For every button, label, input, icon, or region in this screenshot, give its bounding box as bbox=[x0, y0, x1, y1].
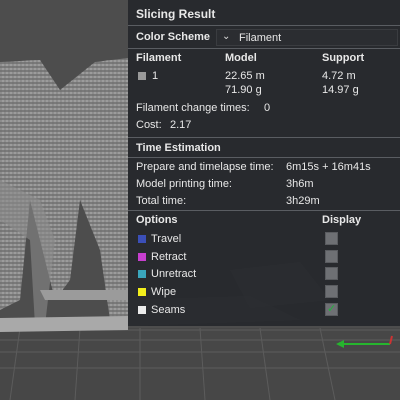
checkmark-icon: ✓ bbox=[327, 303, 337, 315]
time-estimation-title: Time Estimation bbox=[136, 142, 221, 154]
option-label-travel: Travel bbox=[151, 233, 182, 245]
support-column-header: Support bbox=[322, 52, 365, 64]
filament-change-value: 0 bbox=[264, 102, 271, 114]
model-length: 22.65 m bbox=[225, 70, 265, 82]
chevron-down-icon: ⌄ bbox=[222, 31, 231, 42]
filament-change-label: Filament change times: bbox=[136, 102, 250, 114]
support-length: 4.72 m bbox=[322, 70, 356, 82]
prepare-time-label: Prepare and timelapse time: bbox=[136, 161, 274, 173]
option-label-wipe: Wipe bbox=[151, 286, 177, 298]
total-time-value: 3h29m bbox=[286, 195, 320, 207]
model-column-header: Model bbox=[225, 52, 257, 64]
retract-color-swatch bbox=[138, 253, 146, 261]
option-label-seams: Seams bbox=[151, 304, 186, 316]
panel-title: Slicing Result bbox=[136, 7, 216, 21]
cost-label: Cost: bbox=[136, 119, 162, 131]
retract-display-checkbox[interactable] bbox=[325, 250, 338, 263]
cost-value: 2.17 bbox=[170, 119, 192, 131]
unretract-display-checkbox[interactable] bbox=[325, 267, 338, 280]
unretract-color-swatch bbox=[138, 270, 146, 278]
slicing-result-panel: Slicing Result Color Scheme ⌄ Filament F… bbox=[128, 0, 400, 326]
filament-column-header: Filament bbox=[136, 52, 182, 64]
filament-index: 1 bbox=[152, 70, 159, 82]
total-time-label: Total time: bbox=[136, 195, 187, 207]
seams-color-swatch bbox=[138, 306, 146, 314]
color-scheme-dropdown[interactable]: ⌄ Filament bbox=[216, 29, 398, 46]
support-weight: 14.97 g bbox=[322, 84, 359, 96]
seams-display-checkbox[interactable]: ✓ bbox=[325, 303, 338, 316]
travel-color-swatch bbox=[138, 235, 146, 243]
color-scheme-label: Color Scheme bbox=[136, 31, 210, 43]
model-printing-time-value: 3h6m bbox=[286, 178, 314, 190]
color-scheme-value: Filament bbox=[239, 32, 282, 44]
option-label-retract: Retract bbox=[151, 251, 187, 263]
travel-display-checkbox[interactable] bbox=[325, 232, 338, 245]
options-header: Options bbox=[136, 214, 178, 226]
filament-color-swatch bbox=[138, 72, 146, 80]
option-label-unretract: Unretract bbox=[151, 268, 197, 280]
prepare-time-value: 6m15s + 16m41s bbox=[286, 161, 371, 173]
model-weight: 71.90 g bbox=[225, 84, 262, 96]
display-header: Display bbox=[322, 214, 362, 226]
wipe-color-swatch bbox=[138, 288, 146, 296]
wipe-display-checkbox[interactable] bbox=[325, 285, 338, 298]
model-printing-time-label: Model printing time: bbox=[136, 178, 232, 190]
build-plate-grid bbox=[0, 327, 400, 400]
